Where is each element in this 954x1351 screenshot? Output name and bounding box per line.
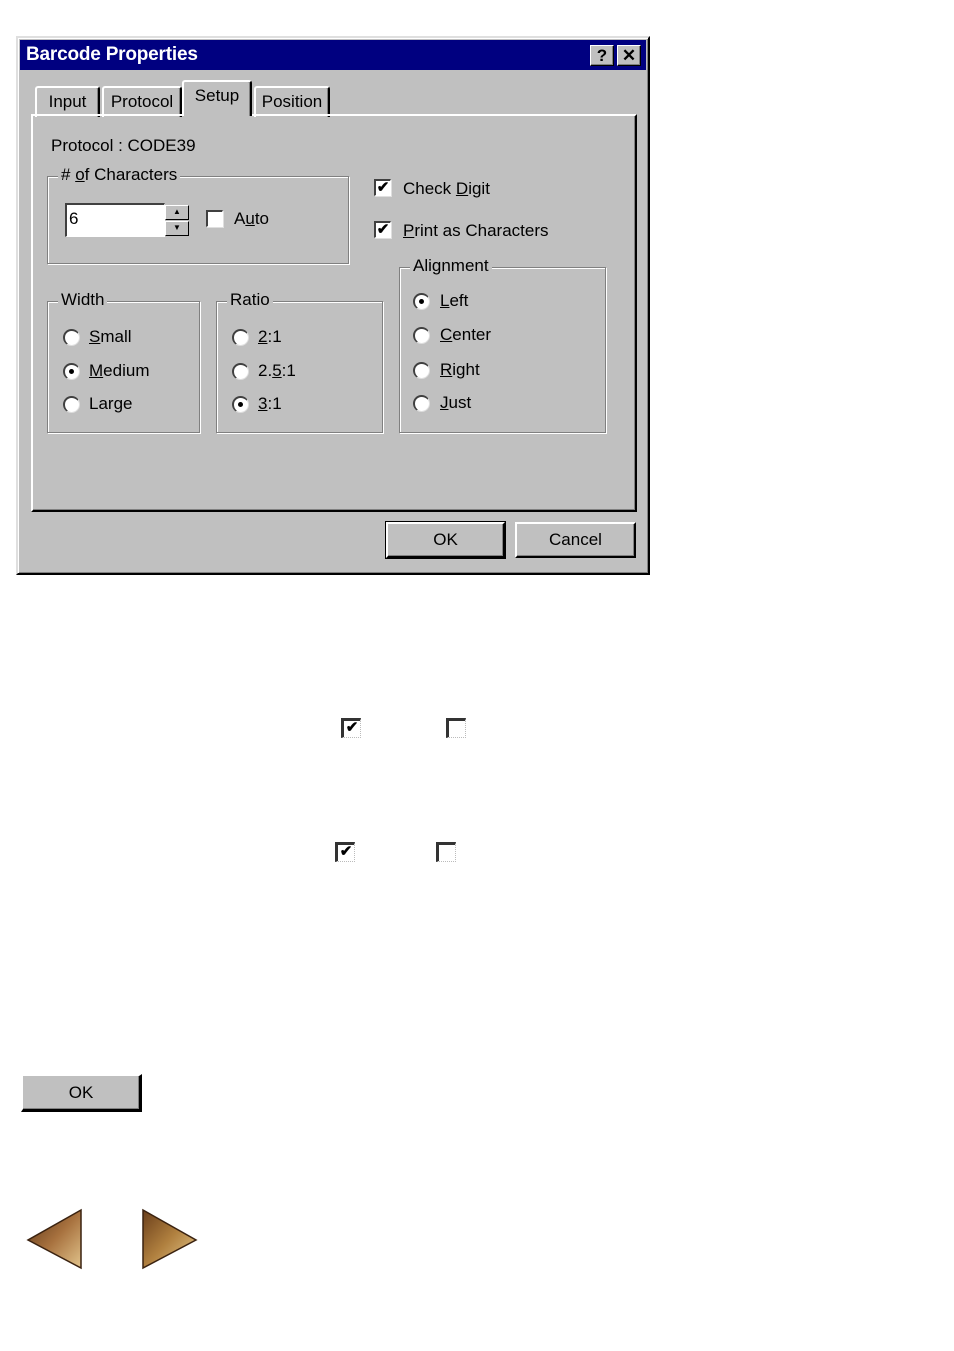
tab-input[interactable]: Input <box>35 86 100 117</box>
spin-down-button[interactable]: ▼ <box>165 221 189 236</box>
arrow-up-icon: ▲ <box>173 207 181 216</box>
width-medium-radio[interactable] <box>63 363 80 380</box>
characters-group: # of Characters 6 ▲ ▼ Auto <box>47 165 349 264</box>
arrow-down-icon: ▼ <box>173 223 181 232</box>
width-small-label[interactable]: Small <box>89 327 132 347</box>
help-icon: ? <box>596 46 608 65</box>
protocol-label: Protocol : CODE39 <box>51 136 196 155</box>
tab-position-label: Position <box>261 92 323 111</box>
alignment-group: Alignment Left Center Right Just <box>399 256 606 433</box>
align-center-label[interactable]: Center <box>440 325 491 345</box>
ratio-2-1-label[interactable]: 2:1 <box>258 327 282 347</box>
characters-legend: # of Characters <box>58 165 181 185</box>
ratio-3-1-radio[interactable] <box>232 396 249 413</box>
tab-position[interactable]: Position <box>254 86 330 117</box>
title-bar[interactable]: Barcode Properties ? ✕ <box>20 40 646 70</box>
ok-button-sample: OK <box>21 1074 142 1112</box>
width-group: Width Small Medium Large <box>47 290 200 433</box>
align-left-label[interactable]: Left <box>440 291 468 311</box>
checked-checkbox-icon: ✔ <box>341 718 361 738</box>
checkmark-icon: ✔ <box>376 221 390 238</box>
align-left-radio[interactable] <box>413 293 430 310</box>
check-digit-checkbox[interactable]: ✔ <box>374 179 391 196</box>
checked-checkbox-icon: ✔ <box>335 842 355 862</box>
spin-up-button[interactable]: ▲ <box>165 205 189 220</box>
width-large-label[interactable]: Large <box>89 394 132 414</box>
characters-count-input[interactable]: 6 <box>65 203 165 237</box>
previous-page-arrow-icon[interactable] <box>26 1208 86 1270</box>
barcode-properties-dialog: Barcode Properties ? ✕ Input Protocol Se… <box>16 36 650 575</box>
ratio-3-1-label[interactable]: 3:1 <box>258 394 282 414</box>
align-center-radio[interactable] <box>413 327 430 344</box>
ratio-2-1-radio[interactable] <box>232 329 249 346</box>
print-as-characters-checkbox[interactable]: ✔ <box>374 221 391 238</box>
tab-input-label: Input <box>48 92 87 111</box>
help-button[interactable]: ? <box>590 45 614 66</box>
ok-button[interactable]: OK <box>385 521 506 559</box>
align-right-radio[interactable] <box>413 362 430 379</box>
setup-tab-panel: Protocol : CODE39 # of Characters 6 ▲ ▼ … <box>31 114 637 512</box>
cancel-button[interactable]: Cancel <box>515 522 636 558</box>
tab-protocol[interactable]: Protocol <box>102 86 182 117</box>
auto-label[interactable]: Auto <box>234 209 269 229</box>
tab-protocol-label: Protocol <box>110 92 174 111</box>
align-right-label[interactable]: Right <box>440 360 480 380</box>
close-button[interactable]: ✕ <box>617 45 641 66</box>
ratio-2-5-1-radio[interactable] <box>232 363 249 380</box>
tab-setup[interactable]: Setup <box>182 80 252 116</box>
align-just-radio[interactable] <box>413 395 430 412</box>
next-page-arrow-icon[interactable] <box>138 1208 198 1270</box>
unchecked-checkbox-icon <box>436 842 456 862</box>
ratio-2-5-1-label[interactable]: 2.5:1 <box>258 361 296 381</box>
dialog-title: Barcode Properties <box>26 44 198 65</box>
print-as-characters-label[interactable]: Print as Characters <box>403 221 549 241</box>
alignment-legend: Alignment <box>410 256 492 276</box>
width-large-radio[interactable] <box>63 396 80 413</box>
auto-checkbox[interactable] <box>206 210 223 227</box>
align-just-label[interactable]: Just <box>440 393 471 413</box>
tab-setup-label: Setup <box>194 86 240 105</box>
unchecked-checkbox-icon <box>446 718 466 738</box>
close-icon: ✕ <box>621 46 637 65</box>
checkmark-icon: ✔ <box>376 179 390 196</box>
width-medium-label[interactable]: Medium <box>89 361 149 381</box>
ratio-group: Ratio 2:1 2.5:1 3:1 <box>216 290 383 433</box>
ratio-legend: Ratio <box>227 290 273 310</box>
width-small-radio[interactable] <box>63 329 80 346</box>
check-digit-label[interactable]: Check Digit <box>403 179 490 199</box>
width-legend: Width <box>58 290 108 310</box>
